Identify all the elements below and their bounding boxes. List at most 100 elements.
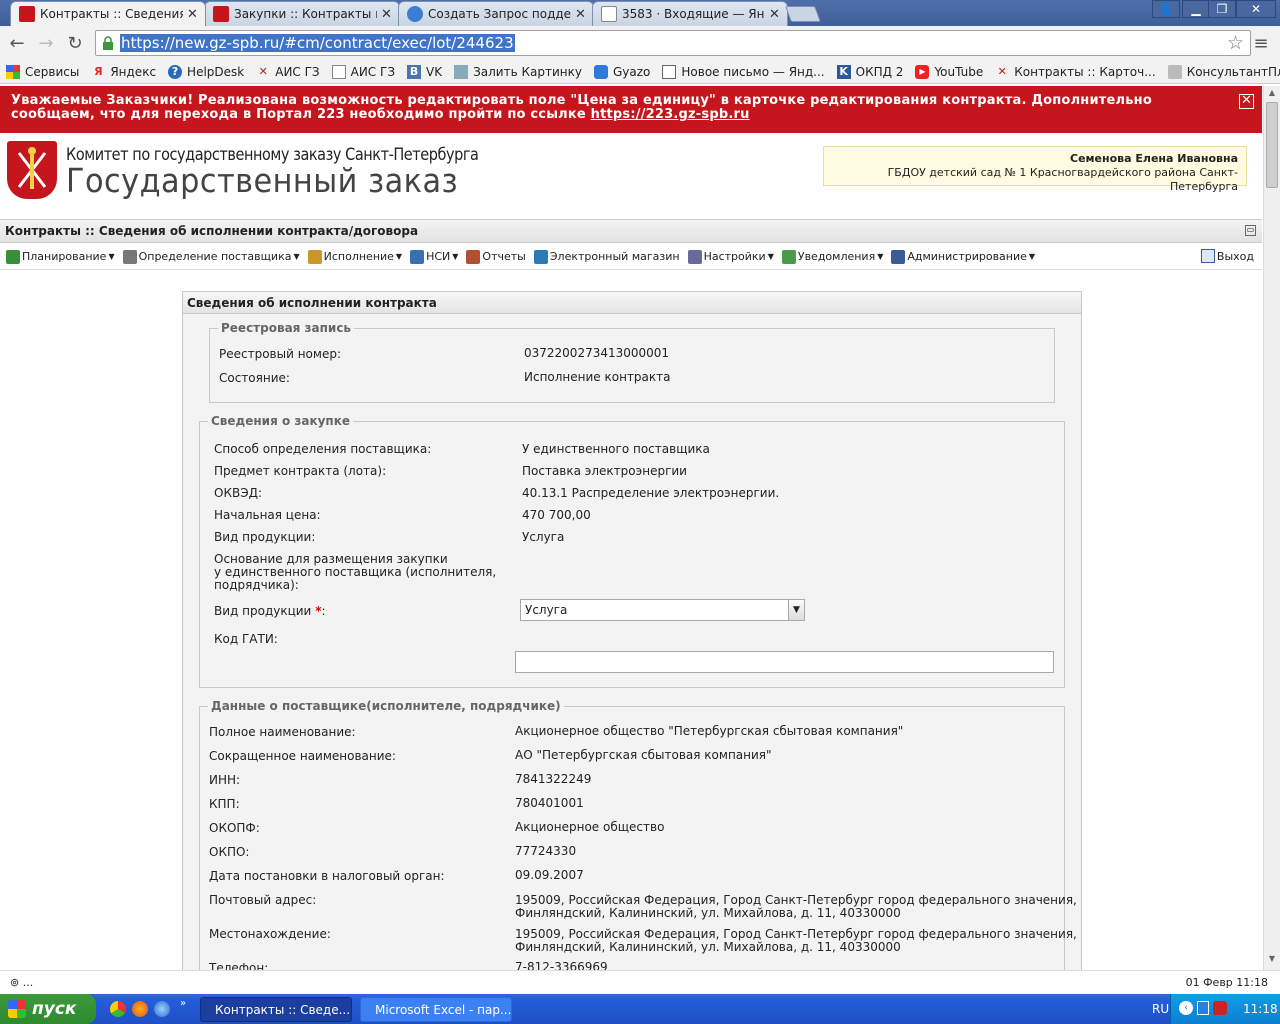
- chevron-left-icon[interactable]: ‹: [1179, 1001, 1193, 1015]
- apps-grid-icon: [6, 64, 20, 79]
- windows-flag-icon: [8, 1000, 26, 1018]
- scroll-down-icon[interactable]: ▼: [1264, 954, 1280, 968]
- maximize-button[interactable]: ❐: [1208, 0, 1236, 18]
- registry-number-label: Реестровый номер:: [219, 347, 341, 361]
- bookmark-contracts-card[interactable]: ✕ Контракты :: Карточ...: [995, 65, 1156, 79]
- tools-icon: ✕: [258, 64, 268, 78]
- chevron-down-icon[interactable]: ▼: [788, 600, 804, 620]
- close-icon[interactable]: ✕: [575, 7, 587, 22]
- menu-item-1[interactable]: Определение поставщика ▼: [122, 249, 300, 264]
- purchase-value: 470 700,00: [522, 508, 591, 522]
- menu-icon-0: [6, 249, 20, 264]
- user-info: Семенова Елена Ивановна ГБДОУ детский са…: [823, 146, 1247, 193]
- ie-icon[interactable]: [154, 1001, 170, 1017]
- bookmark-services[interactable]: Сервисы: [6, 64, 79, 79]
- bookmarks-bar: Сервисы Я Яндекс ? HelpDesk ✕ АИС ГЗ АИС ГЗ…: [0, 60, 1280, 84]
- close-icon[interactable]: ✕: [381, 7, 393, 22]
- firefox-icon[interactable]: [132, 1001, 148, 1017]
- profile-icon[interactable]: 👤: [1152, 0, 1180, 18]
- tab-title: Создать Запрос поддержк: [428, 7, 571, 21]
- language-indicator[interactable]: RU: [1152, 1002, 1169, 1016]
- bookmark-image-upload[interactable]: Залить Картинку: [454, 64, 582, 79]
- logout-button[interactable]: Выход: [1200, 249, 1254, 263]
- task-browser[interactable]: Контракты :: Сведе...: [200, 997, 352, 1022]
- purchase-label: Способ определения поставщика:: [214, 442, 432, 456]
- collapse-icon[interactable]: ▭: [1245, 225, 1256, 236]
- bookmark-new-mail[interactable]: Новое письмо — Янд...: [662, 64, 825, 79]
- scroll-up-icon[interactable]: ▲: [1264, 88, 1280, 102]
- start-button[interactable]: пуск: [0, 994, 96, 1024]
- tab-title: Закупки :: Контракты на эт: [234, 7, 377, 21]
- browser-tab-contracts[interactable]: Контракты :: Сведения об ✕: [10, 1, 206, 26]
- status-value: Исполнение контракта: [524, 370, 671, 384]
- product-type-select[interactable]: Услуга ▼: [520, 599, 805, 621]
- back-button[interactable]: ←: [6, 32, 28, 54]
- bookmark-star-icon[interactable]: ☆: [1227, 32, 1244, 54]
- supplier-label: ОКОПФ:: [209, 821, 260, 835]
- menu-item-3[interactable]: НСИ ▼: [410, 249, 459, 264]
- tools-icon: [213, 6, 229, 22]
- youtube-icon: ▶: [915, 64, 930, 79]
- supplier-label: Дата постановки в налоговый орган:: [209, 869, 445, 883]
- minimize-button[interactable]: ▁: [1182, 0, 1210, 18]
- menu-item-5[interactable]: Электронный магазин: [533, 249, 680, 264]
- purchase-label: Начальная цена:: [214, 508, 321, 522]
- forward-button[interactable]: →: [35, 32, 57, 54]
- reload-button[interactable]: ↻: [64, 32, 86, 54]
- location-label: Местонахождение:: [209, 927, 331, 941]
- menu-item-4[interactable]: Отчеты: [466, 249, 526, 264]
- supplier-value: АО "Петербургская сбытовая компания": [515, 748, 772, 762]
- address-bar[interactable]: https://new.gz-spb.ru/#cm/contract/exec/…: [95, 30, 1251, 56]
- bookmark-okpd2[interactable]: K ОКПД 2: [836, 64, 903, 79]
- site-title: Государственный заказ: [66, 161, 459, 200]
- supplier-value: Акционерное общество "Петербургская сбыт…: [515, 724, 904, 738]
- bookmark-helpdesk[interactable]: ? HelpDesk: [168, 64, 244, 79]
- clock: 11:18: [1243, 1002, 1278, 1016]
- menu-item-8[interactable]: Администрирование ▼: [891, 249, 1035, 264]
- antivirus-icon[interactable]: [1213, 1001, 1227, 1015]
- supplier-value: 780401001: [515, 796, 584, 810]
- status-datetime: 01 Февр 11:18: [1185, 976, 1268, 989]
- bookmark-youtube[interactable]: ▶ YouTube: [915, 64, 983, 79]
- browser-tab-support[interactable]: Создать Запрос поддержк ✕: [398, 1, 594, 26]
- menu-item-6[interactable]: Настройки ▼: [687, 249, 774, 264]
- bookmark-ais-gz[interactable]: ✕ АИС ГЗ: [256, 64, 320, 79]
- menu-item-0[interactable]: Планирование ▼: [6, 249, 115, 264]
- bookmark-gyazo[interactable]: Gyazo: [593, 64, 650, 79]
- chrome-icon[interactable]: [110, 1001, 126, 1017]
- windows-taskbar: пуск » Контракты :: Сведе... Microsoft E…: [0, 994, 1280, 1024]
- bookmark-vk[interactable]: B VK: [407, 64, 442, 79]
- close-icon[interactable]: ✕: [769, 7, 781, 22]
- browser-tab-purchases[interactable]: Закупки :: Контракты на эт ✕: [204, 1, 400, 26]
- notice-text: Уважаемые Заказчики! Реализована возможн…: [11, 93, 1152, 122]
- menu-icon-3: [410, 249, 425, 264]
- k-icon: K: [836, 64, 851, 79]
- purchase-label: ОКВЭД:: [214, 486, 262, 500]
- menu-item-7[interactable]: Уведомления ▼: [781, 249, 883, 264]
- menu-item-2[interactable]: Исполнение ▼: [307, 249, 402, 264]
- chevron-down-icon: ▼: [452, 252, 459, 261]
- chevron-down-icon: ▼: [293, 252, 300, 261]
- bookmark-ais-gz-2[interactable]: АИС ГЗ: [331, 64, 395, 79]
- close-icon[interactable]: ✕: [187, 7, 199, 22]
- menu-icon[interactable]: ≡: [1250, 32, 1272, 54]
- browser-tab-mail[interactable]: 3583 · Входящие — Яндекс ✕: [592, 1, 788, 26]
- loading-icon: ⊚: [10, 976, 20, 989]
- url-text[interactable]: https://new.gz-spb.ru/#cm/contract/exec/…: [120, 34, 515, 52]
- close-icon[interactable]: ✕: [1239, 94, 1254, 109]
- bookmark-consultant[interactable]: КонсультантПлюс: [1167, 64, 1280, 79]
- bookmark-yandex[interactable]: Я Яндекс: [91, 65, 156, 79]
- mail-icon: [601, 6, 617, 22]
- page-scrollbar[interactable]: ▲ ▼: [1263, 86, 1280, 970]
- gati-code-input[interactable]: [515, 651, 1054, 673]
- help-icon: [407, 6, 423, 22]
- scroll-thumb[interactable]: [1266, 102, 1278, 188]
- quicklaunch-more-icon[interactable]: »: [180, 998, 186, 1009]
- network-icon[interactable]: [1197, 1001, 1209, 1015]
- task-excel[interactable]: Microsoft Excel - пар...: [360, 997, 512, 1022]
- window-close-button[interactable]: ✕: [1236, 0, 1276, 18]
- new-tab-button[interactable]: [785, 6, 821, 22]
- purchase-value: Услуга: [522, 530, 565, 544]
- portal-223-link[interactable]: https://223.gz-spb.ru: [591, 107, 750, 122]
- product-type-label: Вид продукции *:: [214, 604, 326, 618]
